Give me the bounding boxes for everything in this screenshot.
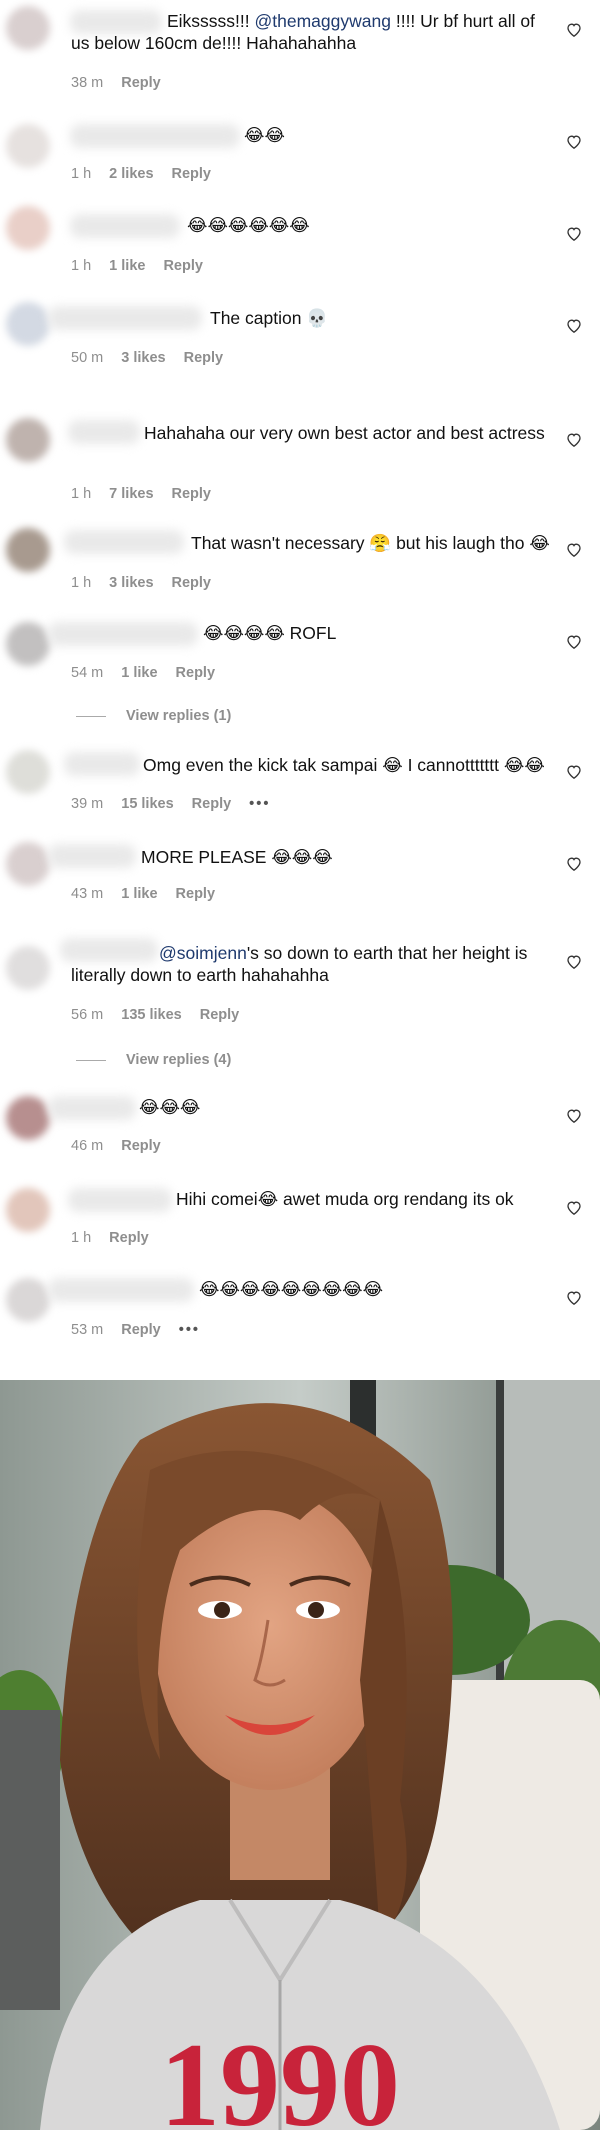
username-blurred[interactable] (48, 622, 198, 646)
comment-text: Hahahaha our very own best actor and bes… (144, 423, 545, 443)
comment-text: Omg even the kick tak sampai 😂 I cannott… (143, 755, 545, 775)
comment-meta: 46 m Reply (71, 1138, 161, 1154)
timestamp: 38 m (71, 75, 104, 91)
likes-count[interactable]: 2 likes (109, 166, 153, 182)
comments-list: Eiksssss!!! @themaggywang !!!! Ur bf hur… (0, 0, 600, 1375)
reply-button[interactable]: Reply (172, 486, 212, 502)
avatar[interactable] (6, 418, 50, 462)
likes-count[interactable]: 135 likes (121, 1007, 181, 1023)
comment-meta: 1 h7 likes Reply (71, 486, 212, 502)
reply-button[interactable]: Reply (121, 1322, 161, 1338)
mention-link[interactable]: @themaggywang (255, 11, 391, 31)
comment-meta: 50 m3 likes Reply (71, 350, 224, 366)
comment-meta: 39 m 15 likes Reply ••• (71, 796, 271, 812)
avatar[interactable] (6, 6, 50, 50)
username-blurred[interactable] (64, 530, 184, 554)
reply-button[interactable]: Reply (172, 166, 212, 182)
comment-text: MORE PLEASE 😂😂😂 (141, 847, 333, 867)
username-blurred[interactable] (70, 214, 180, 238)
comment-text: 😂😂 (244, 125, 285, 145)
avatar[interactable] (6, 124, 50, 168)
comment-text: 😂😂😂😂 ROFL (203, 623, 337, 643)
username-blurred[interactable] (68, 1188, 172, 1212)
comment-meta: 1 h2 likes Reply (71, 166, 212, 182)
likes-count[interactable]: 7 likes (109, 486, 153, 502)
username-blurred[interactable] (48, 844, 136, 868)
likes-count[interactable]: 1 like (109, 258, 145, 274)
comment-meta: 1 h1 like Reply (71, 258, 203, 274)
reply-button[interactable]: Reply (121, 1138, 161, 1154)
sweater-print: 1990 (160, 2018, 400, 2130)
avatar[interactable] (6, 1096, 50, 1140)
reply-button[interactable]: Reply (200, 1007, 240, 1023)
selfie-illustration: 1990 (0, 1380, 600, 2130)
heart-icon[interactable] (566, 22, 582, 37)
reply-button[interactable]: Reply (121, 75, 161, 91)
comment-text: @soimjenn's so down to earth that her he… (71, 943, 528, 985)
avatar[interactable] (6, 622, 50, 666)
comment-text: That wasn't necessary 😤 but his laugh th… (191, 533, 550, 553)
reply-button[interactable]: Reply (109, 1230, 149, 1246)
likes-count[interactable]: 1 like (121, 886, 157, 902)
comment-meta: 1 h3 likes Reply (71, 575, 212, 591)
comment-text: 😂😂😂 (139, 1097, 201, 1117)
avatar[interactable] (6, 206, 50, 250)
heart-icon[interactable] (566, 1290, 582, 1305)
divider (76, 1059, 106, 1061)
likes-count[interactable]: 1 like (121, 665, 157, 681)
reply-button[interactable]: Reply (184, 350, 224, 366)
avatar[interactable] (6, 1188, 50, 1232)
username-blurred[interactable] (48, 1278, 194, 1302)
comment-meta: 43 m1 like Reply (71, 886, 216, 902)
more-options-icon[interactable]: ••• (249, 796, 270, 812)
comment-meta: 1 h Reply (71, 1230, 149, 1246)
reply-button[interactable]: Reply (176, 886, 216, 902)
divider (76, 715, 106, 717)
heart-icon[interactable] (566, 954, 582, 969)
avatar[interactable] (6, 946, 50, 990)
username-blurred[interactable] (48, 306, 202, 330)
heart-icon[interactable] (566, 318, 582, 333)
comment-meta: 38 m Reply (71, 75, 179, 91)
avatar[interactable] (6, 528, 50, 572)
avatar[interactable] (6, 842, 50, 886)
heart-icon[interactable] (566, 1200, 582, 1215)
comment-meta: 53 m Reply ••• (71, 1322, 200, 1338)
likes-count[interactable]: 3 likes (109, 575, 153, 591)
mention-link[interactable]: @soimjenn (159, 943, 247, 963)
reply-button[interactable]: Reply (192, 796, 232, 812)
heart-icon[interactable] (566, 542, 582, 557)
heart-icon[interactable] (566, 634, 582, 649)
username-blurred[interactable] (64, 752, 140, 776)
heart-icon[interactable] (566, 134, 582, 149)
heart-icon[interactable] (566, 1108, 582, 1123)
heart-icon[interactable] (566, 226, 582, 241)
comment-text: Hihi comei😂 awet muda org rendang its ok (176, 1189, 514, 1209)
likes-count[interactable]: 3 likes (121, 350, 165, 366)
comment-meta: 56 m 135 likes Reply (71, 1007, 240, 1023)
comment-text: 😂😂😂😂😂😂😂😂😂 (199, 1279, 384, 1299)
selfie-photo: 1990 (0, 1380, 600, 2130)
reply-button[interactable]: Reply (172, 575, 212, 591)
reply-button[interactable]: Reply (176, 665, 216, 681)
likes-count[interactable]: 15 likes (121, 796, 173, 812)
view-replies-button[interactable]: View replies (4) (76, 1052, 231, 1068)
avatar[interactable] (6, 302, 50, 346)
avatar[interactable] (6, 750, 50, 794)
username-blurred[interactable] (48, 1096, 136, 1120)
heart-icon[interactable] (566, 856, 582, 871)
comment-meta: 54 m1 like Reply (71, 665, 216, 681)
heart-icon[interactable] (566, 764, 582, 779)
comment-text: The caption 💀 (210, 308, 329, 328)
more-options-icon[interactable]: ••• (179, 1322, 200, 1338)
avatar[interactable] (6, 1278, 50, 1322)
comment-text: 😂😂😂😂😂😂 (187, 215, 310, 235)
view-replies-button[interactable]: View replies (1) (76, 708, 231, 724)
comment-text: Eiksssss!!! @themaggywang !!!! Ur bf hur… (71, 11, 535, 53)
username-blurred[interactable] (70, 124, 240, 148)
reply-button[interactable]: Reply (163, 258, 203, 274)
heart-icon[interactable] (566, 432, 582, 447)
